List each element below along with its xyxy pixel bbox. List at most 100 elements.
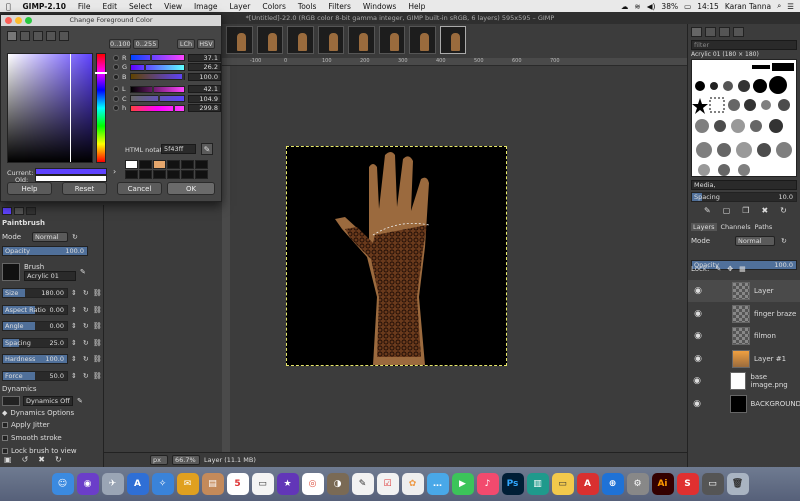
radio-g[interactable] bbox=[113, 64, 119, 71]
menu-colors[interactable]: Colors bbox=[256, 2, 292, 11]
reset-icon[interactable]: ↻ bbox=[83, 289, 89, 297]
history-swatch[interactable] bbox=[125, 170, 138, 179]
slider-handle[interactable] bbox=[157, 95, 160, 103]
keynote-icon[interactable]: ▭ bbox=[551, 473, 574, 495]
cancel-button[interactable]: Cancel bbox=[117, 182, 162, 195]
slider-handle[interactable] bbox=[182, 73, 184, 81]
slider-value-b[interactable]: 100.0 bbox=[188, 72, 221, 81]
battery-percent[interactable]: 38% bbox=[661, 2, 678, 11]
notes-icon[interactable]: ▭ bbox=[251, 473, 274, 495]
search-icon[interactable]: ⌕ bbox=[777, 1, 781, 11]
reset-icon[interactable]: ↻ bbox=[83, 339, 89, 347]
history-swatch[interactable] bbox=[167, 170, 180, 179]
radio-r[interactable] bbox=[113, 54, 119, 61]
reminders-icon[interactable]: ☑ bbox=[376, 473, 399, 495]
finder-icon[interactable]: ☺ bbox=[51, 473, 74, 495]
messages-icon[interactable]: … bbox=[426, 473, 449, 495]
reset-options-icon[interactable]: ↻ bbox=[55, 455, 62, 464]
menu-windows[interactable]: Windows bbox=[357, 2, 402, 11]
triangle-selector-icon[interactable] bbox=[33, 31, 43, 41]
image-tab[interactable] bbox=[348, 26, 375, 54]
reset-icon[interactable]: ↻ bbox=[83, 322, 89, 330]
lock-pixels-icon[interactable]: ✎ bbox=[715, 265, 721, 273]
layer-row[interactable]: ◉ Layer #1 bbox=[688, 348, 800, 370]
smooth-stroke-checkbox[interactable] bbox=[2, 435, 8, 441]
visibility-eye-icon[interactable]: ◉ bbox=[688, 399, 706, 409]
radio-l[interactable] bbox=[113, 86, 119, 93]
lock-alpha-icon[interactable]: ▦ bbox=[739, 265, 746, 273]
slider-value-c[interactable]: 104.9 bbox=[188, 94, 221, 103]
slider-h[interactable] bbox=[130, 104, 185, 112]
slider-g[interactable] bbox=[130, 63, 185, 71]
menu-help[interactable]: Help bbox=[402, 2, 431, 11]
tab-layers[interactable]: Layers bbox=[691, 223, 717, 231]
layer-row[interactable]: ◉ finger braze bbox=[688, 303, 800, 325]
layer-name[interactable]: base image.png bbox=[750, 373, 800, 389]
menu-tools[interactable]: Tools bbox=[292, 2, 322, 11]
menu-file[interactable]: File bbox=[72, 2, 97, 11]
link-icon[interactable]: ⛓ bbox=[93, 289, 102, 297]
mode-select[interactable]: Normal bbox=[32, 232, 68, 242]
folder-icon[interactable]: ▭ bbox=[701, 473, 724, 495]
spin-icon[interactable]: ⇕ bbox=[71, 306, 77, 314]
lock-position-icon[interactable]: ✥ bbox=[727, 265, 733, 273]
fg-swatch[interactable] bbox=[2, 207, 12, 215]
brush-tag-input[interactable]: Media, bbox=[691, 180, 797, 190]
history-swatch[interactable] bbox=[195, 160, 208, 169]
tool-option-slider[interactable]: Force 50.0 bbox=[2, 370, 68, 381]
history-swatch[interactable] bbox=[195, 170, 208, 179]
refresh-brushes-icon[interactable]: ↻ bbox=[780, 206, 787, 215]
music-icon[interactable]: ♪ bbox=[476, 473, 499, 495]
image-tab[interactable] bbox=[287, 26, 314, 54]
visibility-eye-icon[interactable]: ◉ bbox=[688, 286, 708, 296]
edit-brush-icon[interactable]: ✎ bbox=[704, 206, 711, 215]
wifi-icon[interactable]: ≋ bbox=[634, 2, 640, 11]
menu-select[interactable]: Select bbox=[123, 2, 158, 11]
reset-button[interactable]: Reset bbox=[62, 182, 107, 195]
spin-icon[interactable]: ⇕ bbox=[71, 339, 77, 347]
image-tab[interactable] bbox=[378, 26, 405, 54]
system-prefs-icon[interactable]: ⚙ bbox=[626, 473, 649, 495]
menu-filters[interactable]: Filters bbox=[322, 2, 356, 11]
help-button[interactable]: Help bbox=[7, 182, 52, 195]
brushes-tab-icon[interactable] bbox=[691, 27, 702, 37]
dialog-titlebar[interactable]: Change Foreground Color bbox=[1, 15, 221, 26]
history-swatch[interactable] bbox=[167, 160, 180, 169]
tool-option-slider[interactable]: Hardness 100.0 bbox=[2, 354, 68, 364]
history-swatch[interactable] bbox=[153, 160, 166, 169]
brush-grid[interactable] bbox=[691, 59, 797, 177]
reset-icon[interactable]: ↻ bbox=[83, 306, 89, 314]
swap-arrow-icon[interactable]: › bbox=[113, 167, 116, 176]
history-swatch[interactable] bbox=[181, 170, 194, 179]
delete-options-icon[interactable]: ✖ bbox=[38, 455, 45, 464]
imovie-icon[interactable]: ★ bbox=[276, 473, 299, 495]
link-icon[interactable]: ⛓ bbox=[93, 306, 102, 314]
minimize-icon[interactable] bbox=[15, 17, 22, 24]
zoom-select[interactable]: 66.7% bbox=[172, 455, 200, 465]
menu-image[interactable]: Image bbox=[188, 2, 224, 11]
horizontal-ruler[interactable]: -100 0 100 200 300 400 500 600 700 bbox=[222, 58, 687, 66]
link-icon[interactable]: ⛓ bbox=[93, 322, 102, 330]
apple-icon[interactable]:  bbox=[0, 2, 17, 11]
reset-icon[interactable]: ↻ bbox=[83, 355, 89, 363]
apply-jitter-checkbox[interactable] bbox=[2, 422, 8, 428]
spin-icon[interactable]: ⇕ bbox=[71, 372, 77, 380]
layer-mode-select[interactable]: Normal bbox=[735, 236, 775, 246]
slider-value-g[interactable]: 26.2 bbox=[188, 63, 221, 72]
layer-row[interactable]: ◉ Layer bbox=[688, 280, 800, 302]
image-canvas[interactable] bbox=[286, 146, 507, 366]
menu-layer[interactable]: Layer bbox=[223, 2, 256, 11]
menu-app-name[interactable]: GIMP-2.10 bbox=[17, 2, 72, 11]
new-brush-icon[interactable]: ▢ bbox=[723, 206, 731, 215]
ok-button[interactable]: OK bbox=[167, 182, 215, 195]
hsv-button[interactable]: HSV bbox=[197, 39, 215, 49]
mail-icon[interactable]: ✉ bbox=[176, 473, 199, 495]
image-tab[interactable] bbox=[317, 26, 344, 54]
radio-h[interactable] bbox=[113, 105, 119, 112]
close-icon[interactable] bbox=[5, 17, 12, 24]
watercolor-selector-icon[interactable] bbox=[46, 31, 56, 41]
maximize-icon[interactable] bbox=[25, 17, 32, 24]
layer-name[interactable]: BACKGROUND bbox=[751, 400, 800, 408]
layer-name[interactable]: filmon bbox=[754, 332, 776, 340]
slider-handle[interactable] bbox=[152, 85, 155, 93]
